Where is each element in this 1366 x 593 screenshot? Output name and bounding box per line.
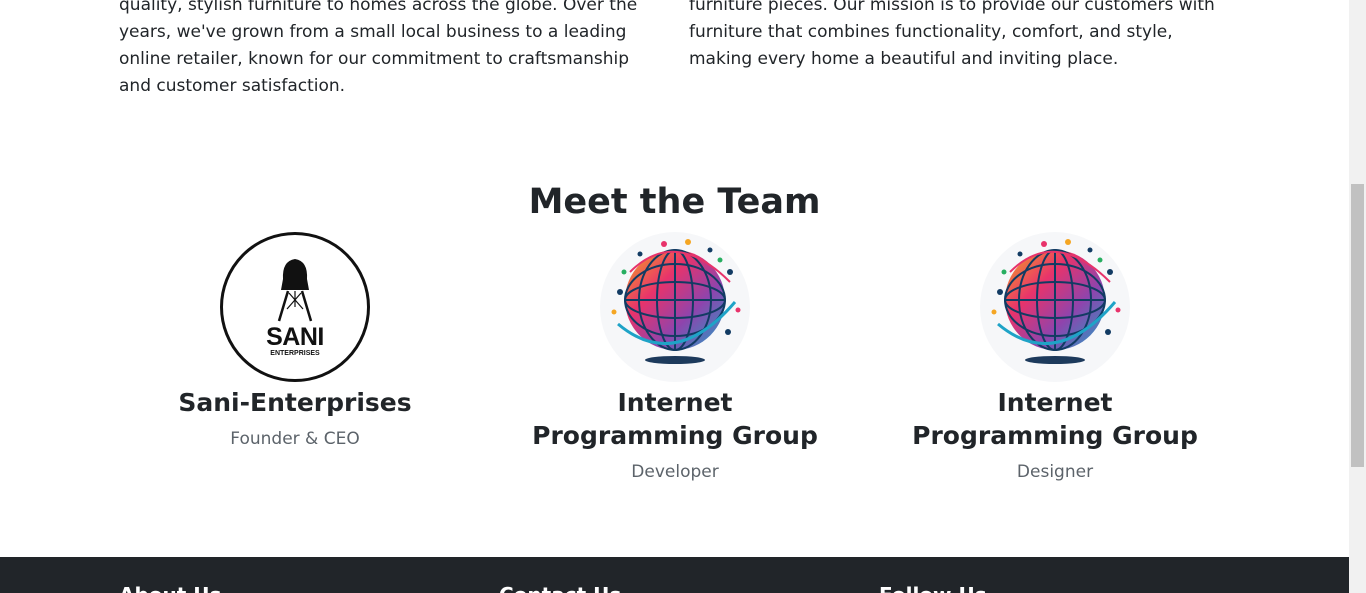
about-mission-paragraph: furniture pieces. Our mission is to prov… <box>689 0 1215 69</box>
avatar: SANI ENTERPRISES <box>220 232 370 382</box>
logo-subtext: ENTERPRISES <box>270 350 320 357</box>
member-name: Sani-Enterprises <box>178 388 412 417</box>
member-role: Founder & CEO <box>230 429 360 449</box>
logo-text: SANI <box>266 323 324 351</box>
avatar <box>980 232 1130 382</box>
team-section-title: Meet the Team <box>528 182 821 222</box>
member-name: Internet Programming Group <box>532 388 818 450</box>
vertical-scrollbar[interactable] <box>1349 0 1366 593</box>
member-role: Developer <box>631 462 719 482</box>
footer-heading-about: About Us <box>119 583 221 593</box>
member-name: Internet Programming Group <box>912 388 1198 450</box>
member-role: Designer <box>1016 462 1094 482</box>
globe-network-icon <box>991 239 1121 364</box>
page: quality, stylish furniture to homes acro… <box>0 0 1349 593</box>
scrollbar-thumb[interactable] <box>1351 184 1364 467</box>
avatar <box>600 232 750 382</box>
footer-heading-contact: Contact Us <box>499 583 621 593</box>
team-member-card: SANI ENTERPRISES Sani-Enterprises Founde… <box>105 232 485 451</box>
about-story-paragraph: quality, stylish furniture to homes acro… <box>119 0 638 96</box>
team-member-card: Internet Programming Group Developer <box>485 232 865 484</box>
globe-network-icon <box>611 239 741 364</box>
chair-icon <box>277 259 313 322</box>
team-member-card: Internet Programming Group Designer <box>865 232 1245 484</box>
footer-heading-follow: Follow Us <box>879 583 987 593</box>
site-footer: About Us Contact Us Follow Us <box>0 557 1349 593</box>
